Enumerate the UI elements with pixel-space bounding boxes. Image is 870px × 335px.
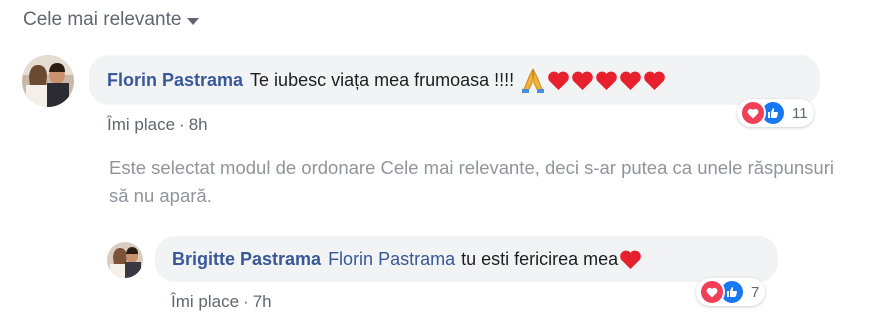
- separator-dot: ·: [243, 292, 249, 311]
- avatar[interactable]: [107, 242, 143, 278]
- heart-icon: [548, 71, 569, 90]
- comment-text: Te iubesc viața mea frumoasa !!!!: [250, 70, 515, 90]
- comment-emojis: [520, 67, 666, 93]
- reply-mention[interactable]: Florin Pastrama: [328, 247, 455, 271]
- reply-bubble: Brigitte Pastrama Florin Pastrama tu est…: [155, 236, 778, 282]
- separator-dot: ·: [179, 115, 185, 134]
- like-button[interactable]: Îmi place: [107, 115, 175, 134]
- sort-label: Cele mai relevante: [23, 9, 182, 30]
- heart-icon: [620, 250, 641, 269]
- comment-time[interactable]: 8h: [189, 115, 208, 134]
- like-button[interactable]: Îmi place: [171, 292, 239, 311]
- love-reaction-icon: [740, 100, 766, 126]
- comment-actions: Îmi place · 8h: [107, 115, 208, 135]
- reaction-count: 7: [751, 283, 760, 301]
- reply-reactions[interactable]: 7: [696, 278, 766, 306]
- ordering-notice: Este selectat modul de ordonare Cele mai…: [109, 157, 834, 206]
- folded-hands-icon: [522, 68, 545, 93]
- reaction-count: 11: [792, 104, 808, 122]
- sort-dropdown[interactable]: Cele mai relevante: [23, 9, 200, 31]
- reply-author[interactable]: Brigitte Pastrama: [172, 247, 321, 271]
- heart-icon: [572, 71, 593, 90]
- reply-actions: Îmi place · 7h: [171, 292, 272, 312]
- reply-time[interactable]: 7h: [253, 292, 272, 311]
- comment-reactions[interactable]: 11: [737, 99, 814, 127]
- reply-text: tu esti fericirea mea: [461, 249, 619, 269]
- heart-icon: [644, 71, 665, 90]
- chevron-down-icon: [187, 17, 200, 25]
- comment-author[interactable]: Florin Pastrama: [107, 68, 243, 92]
- love-reaction-icon: [699, 279, 725, 305]
- heart-icon: [620, 71, 641, 90]
- comment-bubble: Florin Pastrama Te iubesc viața mea frum…: [89, 55, 820, 105]
- avatar[interactable]: [22, 55, 74, 107]
- heart-icon: [596, 71, 617, 90]
